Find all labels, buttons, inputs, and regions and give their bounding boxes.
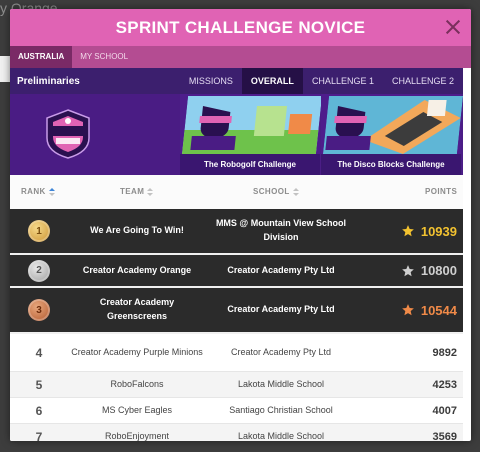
modal-title: SPRINT CHALLENGE NOVICE [115,17,366,37]
school-column-header[interactable]: SCHOOL [253,175,299,209]
subnav-missions[interactable]: MISSIONS [180,68,242,94]
rank-number: 7 [35,429,43,442]
disco-blocks-image [322,96,464,154]
team-column-header[interactable]: TEAM [120,175,154,209]
points-header-label: POINTS [425,187,458,196]
school-cell: Lakota Middle School [237,430,325,441]
team-cell: We Are Going To Win! [90,225,184,236]
challenge-banners: The Robogolf Challenge The Disco Blocks … [10,94,464,175]
school-cell: Creator Academy Pty Ltd [230,346,332,357]
rank-cell: 7 [22,424,56,442]
school-header-label: SCHOOL [253,187,290,196]
sort-icon [147,187,154,196]
subnav-challenge-1[interactable]: CHALLENGE 1 [303,68,383,94]
points-value: 10800 [420,263,457,278]
school-cell: Creator Academy Pty Ltd [227,264,335,275]
rank-cell: 4 [22,334,56,371]
subnav-challenge-2[interactable]: CHALLENGE 2 [383,68,463,94]
school-cell: Creator Academy Pty Ltd [227,304,335,315]
background-tab [0,56,10,82]
points-column-header[interactable]: POINTS [425,175,457,209]
subnav-bar: Preliminaries MISSIONS OVERALL CHALLENGE… [10,68,463,94]
points-cell: 4253 [387,372,457,397]
table-row[interactable]: 5 RoboFalcons Lakota Middle School 4253 [10,372,463,398]
points-cell: 4007 [387,398,457,423]
rank-cell: 5 [22,372,56,397]
rank-number: 6 [35,403,43,418]
robogolf-caption: The Robogolf Challenge [180,154,320,175]
disco-blocks-caption: The Disco Blocks Challenge [321,154,461,175]
league-banner [10,94,180,175]
bronze-medal-icon: 3 [28,299,50,321]
disco-blocks-challenge-card[interactable]: The Disco Blocks Challenge [321,94,464,175]
rank-cell: 1 [22,209,56,253]
rank-cell: 6 [22,398,56,423]
table-row[interactable]: 6 MS Cyber Eagles Santiago Christian Sch… [10,398,463,424]
team-cell: RoboFalcons [110,378,164,389]
bronze-star-icon [402,304,414,316]
table-row[interactable]: 2 Creator Academy Orange Creator Academy… [10,255,463,288]
leaderboard-content[interactable]: Preliminaries MISSIONS OVERALL CHALLENGE… [10,68,471,441]
gold-star-icon [402,225,414,237]
team-cell: RoboEnjoyment [104,430,170,441]
sort-icon [48,187,55,196]
points-value: 9892 [432,346,457,359]
tab-my-school[interactable]: MY SCHOOL [72,46,136,68]
school-cell: Lakota Middle School [237,378,325,389]
robogolf-image [181,96,323,154]
team-cell: Creator Academy Purple Minions [71,346,203,357]
league-logo-icon [46,109,90,159]
rank-cell: 2 [22,255,56,286]
rank-header-label: RANK [21,187,46,196]
points-cell: 10939 [387,209,457,253]
points-cell: 10800 [387,255,457,286]
silver-star-icon [402,264,414,276]
robogolf-challenge-card[interactable]: The Robogolf Challenge [180,94,323,175]
silver-medal-icon: 2 [28,259,50,282]
leaderboard-modal: SPRINT CHALLENGE NOVICE AUSTRALIA MY SCH… [10,9,471,441]
table-row[interactable]: 1 We Are Going To Win! MMS @ Mountain Vi… [10,209,463,255]
team-cell: Creator Academy Greenscreens [99,297,175,321]
rank-cell: 3 [22,288,56,332]
table-row[interactable]: 3 Creator Academy Greenscreens Creator A… [10,288,463,334]
points-cell: 3569 [387,424,457,442]
leaderboard-table: 1 We Are Going To Win! MMS @ Mountain Vi… [10,209,463,441]
table-row[interactable]: 4 Creator Academy Purple Minions Creator… [10,334,463,372]
rank-number: 4 [35,345,43,360]
points-value: 3569 [432,430,457,442]
team-cell: Creator Academy Orange [82,264,192,275]
school-cell: MMS @ Mountain View School Division [215,218,347,242]
gold-medal-icon: 1 [28,220,50,242]
rank-column-header[interactable]: RANK [21,175,55,209]
subnav-title: Preliminaries [17,75,80,87]
rank-number: 5 [35,377,43,392]
points-value: 4007 [432,404,457,417]
team-header-label: TEAM [120,187,145,196]
tab-australia[interactable]: AUSTRALIA [10,46,73,68]
close-icon[interactable] [443,17,463,37]
points-cell: 9892 [387,334,457,371]
points-value: 10939 [420,223,457,239]
region-tabs: AUSTRALIA MY SCHOOL [10,46,471,68]
points-cell: 10544 [387,288,457,332]
points-value: 10544 [420,302,457,318]
table-row[interactable]: 7 RoboEnjoyment Lakota Middle School 356… [10,424,463,441]
subnav-overall[interactable]: OVERALL [241,68,303,94]
sort-icon [292,187,299,196]
points-value: 4253 [432,378,457,391]
team-cell: MS Cyber Eagles [101,404,173,415]
school-cell: Santiago Christian School [229,404,333,415]
table-header: RANK TEAM SCHOOL POINTS [10,175,463,209]
modal-header: SPRINT CHALLENGE NOVICE [10,9,471,46]
